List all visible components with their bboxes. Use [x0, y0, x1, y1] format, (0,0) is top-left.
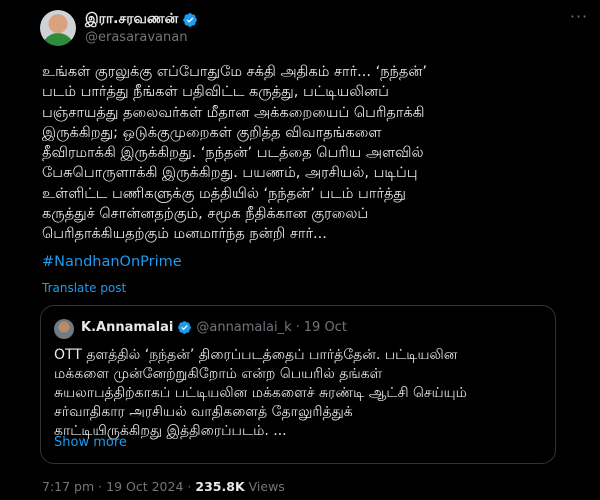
- quoted-tweet[interactable]: K.Annamalai @annamalai_k · 19 Oct OTT தள…: [40, 305, 556, 464]
- show-more-link[interactable]: Show more: [54, 435, 127, 450]
- quote-author-row: K.Annamalai @annamalai_k · 19 Oct: [81, 320, 347, 335]
- author-name-row: இரா.சரவணன்: [85, 11, 198, 29]
- quote-separator: ·: [295, 320, 300, 335]
- quote-author-handle[interactable]: @annamalai_k: [196, 320, 291, 335]
- meta-separator: ·: [98, 479, 103, 494]
- translate-post-link[interactable]: Translate post: [42, 281, 126, 295]
- verified-badge-icon: [178, 321, 192, 334]
- tweet-text: உங்கள் குரலுக்கு எப்போதுமே சக்தி அதிகம் …: [42, 64, 427, 243]
- post-time[interactable]: 7:17 pm: [42, 479, 94, 494]
- ellipsis-icon[interactable]: ···: [568, 9, 590, 28]
- views-label: Views: [248, 479, 285, 494]
- author-handle[interactable]: @erasaravanan: [85, 30, 187, 45]
- tweet-meta: 7:17 pm · 19 Oct 2024 · 235.8K Views: [42, 479, 285, 494]
- meta-separator: ·: [187, 479, 192, 494]
- post-date[interactable]: 19 Oct 2024: [106, 479, 183, 494]
- quote-author-avatar[interactable]: [54, 319, 74, 339]
- quote-date[interactable]: 19 Oct: [304, 320, 347, 335]
- tweet-header: இரா.சரவணன் @erasaravanan ···: [40, 9, 590, 46]
- quote-text: OTT தளத்தில் ‘நந்தன்’ திரைப்படத்தைப் பார…: [54, 347, 467, 439]
- hashtag-link[interactable]: #NandhanOnPrime: [42, 254, 182, 270]
- views-count: 235.8K: [195, 479, 245, 494]
- quote-author-name[interactable]: K.Annamalai: [81, 320, 173, 335]
- author-avatar[interactable]: [40, 10, 76, 46]
- author-display-name[interactable]: இரா.சரவணன்: [85, 11, 178, 29]
- verified-badge-icon: [183, 13, 198, 27]
